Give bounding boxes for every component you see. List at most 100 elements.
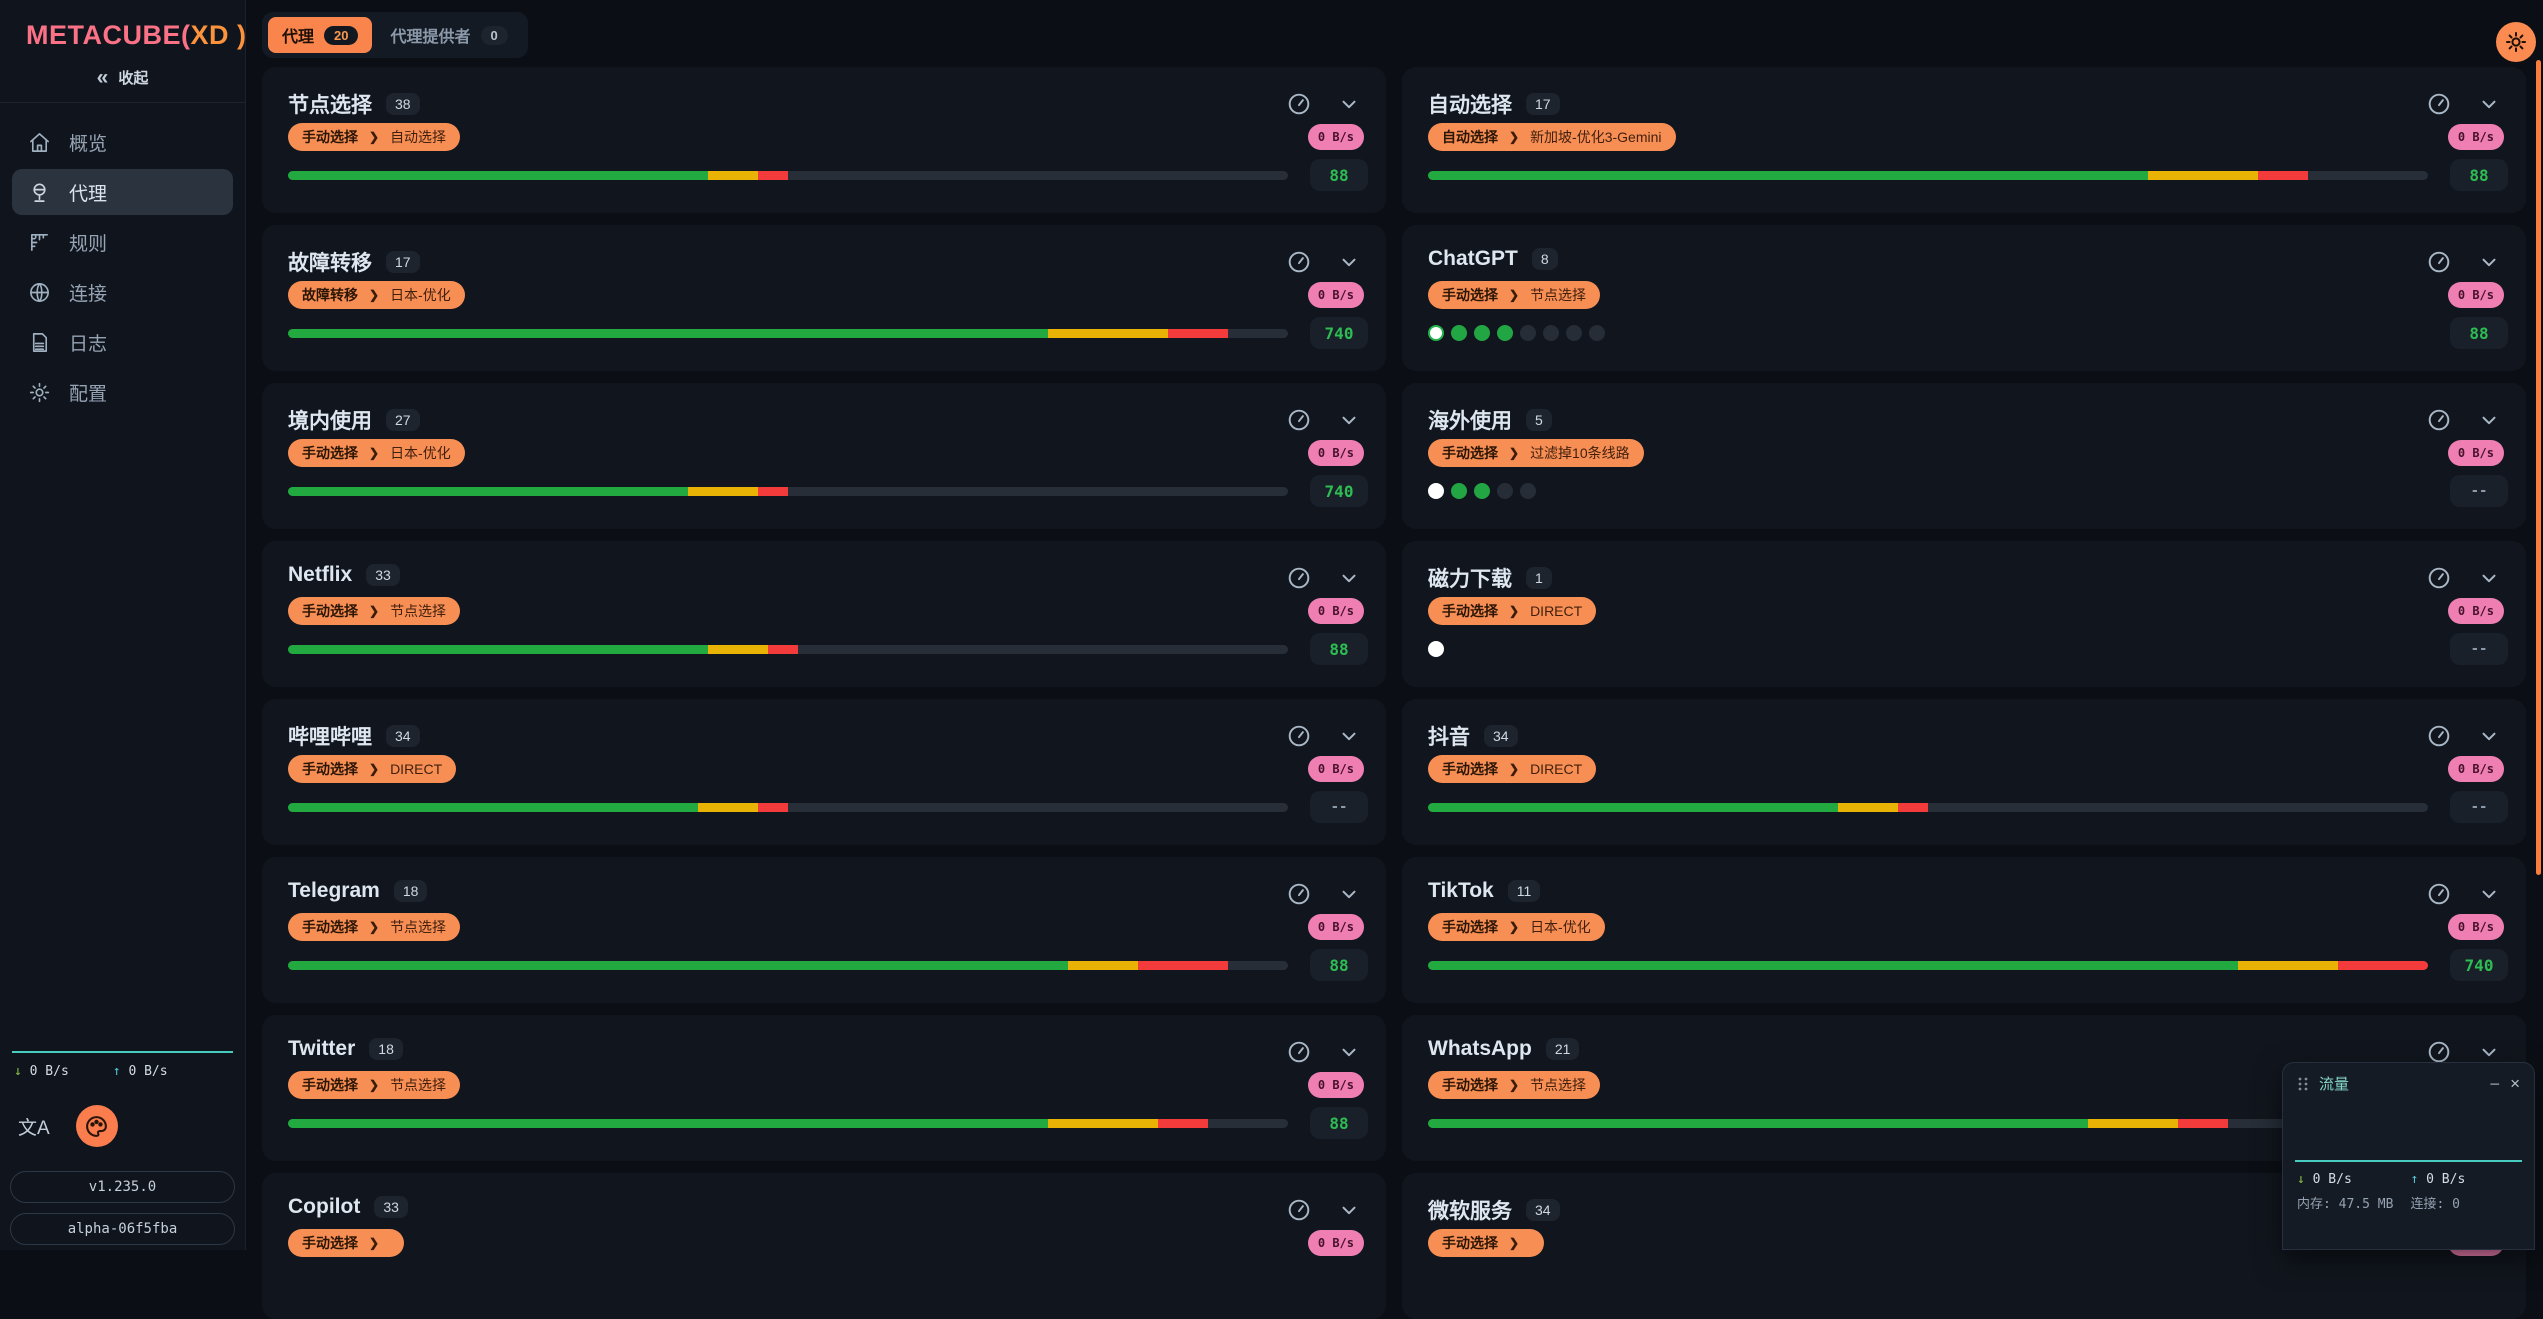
latency-test-button[interactable] — [2426, 723, 2452, 749]
group-speed-badge: 0 B/s — [1308, 756, 1364, 782]
node-dot-idle[interactable] — [1543, 325, 1559, 341]
proxy-group-card: 海外使用5手动选择❯过滤掉10条线路0 B/s-- — [1402, 383, 2526, 529]
selected-node-badge[interactable]: 手动选择❯DIRECT — [1428, 597, 1596, 625]
sidebar-item-overview[interactable]: 概览 — [12, 119, 233, 165]
node-dot-up[interactable] — [1474, 483, 1490, 499]
proxy-group-card: 节点选择38手动选择❯自动选择0 B/s88 — [262, 67, 1386, 213]
latency-distribution-bar — [288, 803, 1288, 812]
expand-group-button[interactable] — [2478, 883, 2500, 905]
latency-test-button[interactable] — [1286, 1039, 1312, 1065]
latency-test-button[interactable] — [2426, 91, 2452, 117]
node-dot-up[interactable] — [1497, 325, 1513, 341]
build-badge[interactable]: alpha-06f5fba — [10, 1213, 235, 1245]
bar-segment-y — [688, 487, 758, 496]
latency-test-button[interactable] — [1286, 91, 1312, 117]
node-dot-current[interactable] — [1428, 483, 1444, 499]
theme-button[interactable] — [76, 1105, 118, 1147]
node-dot-up[interactable] — [1451, 325, 1467, 341]
expand-group-button[interactable] — [1338, 251, 1360, 273]
version-badge[interactable]: v1.235.0 — [10, 1171, 235, 1203]
selected-node-badge[interactable]: 手动选择❯ — [288, 1229, 404, 1257]
settings-button[interactable] — [2496, 22, 2536, 62]
expand-group-button[interactable] — [1338, 567, 1360, 589]
selected-node-badge[interactable]: 手动选择❯节点选择 — [1428, 1071, 1600, 1099]
selected-node-badge[interactable]: 手动选择❯节点选择 — [288, 913, 460, 941]
group-node-count: 38 — [386, 93, 420, 115]
latency-test-button[interactable] — [2426, 249, 2452, 275]
latency-test-button[interactable] — [1286, 881, 1312, 907]
selected-node-badge[interactable]: 手动选择❯节点选择 — [1428, 281, 1600, 309]
latency-test-button[interactable] — [1286, 249, 1312, 275]
selected-node-badge[interactable]: 手动选择❯ — [1428, 1229, 1544, 1257]
download-speed: ↓ 0 B/s — [14, 1064, 69, 1079]
group-name: Copilot — [288, 1195, 360, 1219]
latency-test-button[interactable] — [1286, 723, 1312, 749]
ruler-icon — [28, 231, 51, 254]
group-latency-badge: -- — [2450, 633, 2508, 665]
tab-proxies[interactable]: 代理20 — [268, 17, 372, 53]
node-dot-active[interactable] — [1428, 325, 1444, 341]
expand-group-button[interactable] — [1338, 725, 1360, 747]
selected-node-badge[interactable]: 手动选择❯DIRECT — [1428, 755, 1596, 783]
latency-distribution-bar — [1428, 171, 2428, 180]
sidebar-item-connections[interactable]: 连接 — [12, 269, 233, 315]
node-dot-up[interactable] — [1451, 483, 1467, 499]
expand-group-button[interactable] — [2478, 93, 2500, 115]
close-icon[interactable]: × — [2510, 1075, 2520, 1092]
sidebar-item-proxies[interactable]: 代理 — [12, 169, 233, 215]
traffic-panel-header[interactable]: 流量 − × — [2283, 1063, 2534, 1094]
group-actions — [1286, 249, 1360, 275]
node-dot-up[interactable] — [1474, 325, 1490, 341]
expand-group-button[interactable] — [1338, 1199, 1360, 1221]
group-title-row: 磁力下载1 — [1428, 563, 1552, 593]
sidebar-item-rules[interactable]: 规则 — [12, 219, 233, 265]
node-dot-idle[interactable] — [1520, 483, 1536, 499]
sidebar-item-logs[interactable]: 日志 — [12, 319, 233, 365]
node-dot-idle[interactable] — [1497, 483, 1513, 499]
node-dot-idle[interactable] — [1589, 325, 1605, 341]
expand-group-button[interactable] — [2478, 409, 2500, 431]
sidebar-bottom: ↓ 0 B/s ↑ 0 B/s 文A v1.235.0 alpha-06f5fb… — [0, 1051, 245, 1245]
selected-node-badge[interactable]: 手动选择❯自动选择 — [288, 123, 460, 151]
latency-test-button[interactable] — [2426, 407, 2452, 433]
expand-group-button[interactable] — [2478, 251, 2500, 273]
expand-group-button[interactable] — [1338, 409, 1360, 431]
expand-group-button[interactable] — [2478, 567, 2500, 589]
selected-node-badge[interactable]: 自动选择❯新加坡-优化3-Gemini — [1428, 123, 1676, 151]
latency-test-button[interactable] — [1286, 565, 1312, 591]
latency-test-button[interactable] — [2426, 565, 2452, 591]
latency-test-button[interactable] — [2426, 881, 2452, 907]
sidebar-tools: 文A — [0, 1079, 245, 1147]
selected-node-badge[interactable]: 故障转移❯日本-优化 — [288, 281, 465, 309]
selected-node-badge[interactable]: 手动选择❯日本-优化 — [288, 439, 465, 467]
proxy-group-card: Twitter18手动选择❯节点选择0 B/s88 — [262, 1015, 1386, 1161]
bar-segment-g — [1428, 171, 2148, 180]
proxy-group-card: TikTok11手动选择❯日本-优化0 B/s740 — [1402, 857, 2526, 1003]
group-title-row: Netflix33 — [288, 563, 400, 587]
node-dot-idle[interactable] — [1566, 325, 1582, 341]
tab-providers[interactable]: 代理提供者0 — [376, 17, 521, 53]
expand-group-button[interactable] — [2478, 1041, 2500, 1063]
collapse-sidebar-button[interactable]: « 收起 — [0, 67, 245, 88]
drag-handle-icon[interactable] — [2297, 1076, 2309, 1092]
sidebar-item-label: 连接 — [69, 279, 107, 306]
selected-node-badge[interactable]: 手动选择❯过滤掉10条线路 — [1428, 439, 1644, 467]
minimize-icon[interactable]: − — [2490, 1075, 2501, 1093]
bar-segment-y — [2088, 1119, 2178, 1128]
language-icon[interactable]: 文A — [18, 1113, 50, 1140]
selected-node-badge[interactable]: 手动选择❯DIRECT — [288, 755, 456, 783]
latency-test-button[interactable] — [1286, 1197, 1312, 1223]
group-name: Twitter — [288, 1037, 355, 1061]
expand-group-button[interactable] — [1338, 93, 1360, 115]
node-dot-current[interactable] — [1428, 641, 1444, 657]
sidebar-item-config[interactable]: 配置 — [12, 369, 233, 415]
expand-group-button[interactable] — [1338, 883, 1360, 905]
selected-node-badge[interactable]: 手动选择❯日本-优化 — [1428, 913, 1605, 941]
expand-group-button[interactable] — [1338, 1041, 1360, 1063]
selected-node-badge[interactable]: 手动选择❯节点选择 — [288, 597, 460, 625]
latency-test-button[interactable] — [1286, 407, 1312, 433]
expand-group-button[interactable] — [2478, 725, 2500, 747]
selected-node-badge[interactable]: 手动选择❯节点选择 — [288, 1071, 460, 1099]
node-dot-idle[interactable] — [1520, 325, 1536, 341]
scrollbar[interactable] — [2536, 60, 2541, 875]
